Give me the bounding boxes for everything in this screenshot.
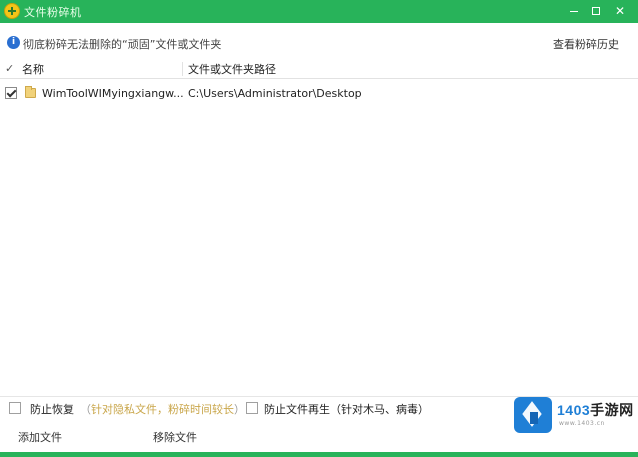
- bottom-accent-bar: [0, 452, 638, 457]
- select-all-checkmark[interactable]: ✓: [5, 62, 14, 75]
- minimize-icon: [570, 11, 578, 12]
- minimize-button[interactable]: [564, 2, 584, 20]
- add-file-button[interactable]: 添加文件: [18, 429, 62, 445]
- table-row[interactable]: WimToolWIMyingxiangw... C:\Users\Adminis…: [0, 84, 638, 102]
- title-bar: 文件粉碎机 ✕: [0, 0, 638, 23]
- prevent-restore-label[interactable]: 防止恢复: [30, 401, 74, 417]
- prevent-regen-checkbox[interactable]: [246, 402, 258, 414]
- watermark-logo-icon: [514, 397, 552, 433]
- info-message: 彻底粉碎无法删除的“顽固”文件或文件夹: [23, 38, 222, 51]
- watermark: 1403手游网 www.1403.cn: [514, 396, 634, 434]
- maximize-icon: [592, 7, 600, 15]
- folder-icon: [25, 86, 36, 98]
- row-file-name: WimToolWIMyingxiangw...: [42, 87, 184, 100]
- table-header: ✓ 名称 文件或文件夹路径: [0, 58, 638, 79]
- prevent-restore-checkbox[interactable]: [9, 402, 21, 414]
- close-button[interactable]: ✕: [610, 2, 630, 20]
- watermark-url: www.1403.cn: [559, 420, 605, 427]
- row-file-path: C:\Users\Administrator\Desktop: [188, 87, 362, 100]
- info-bar: i 彻底粉碎无法删除的“顽固”文件或文件夹 查看粉碎历史: [0, 33, 638, 53]
- column-header-name[interactable]: 名称: [22, 61, 44, 77]
- view-history-link[interactable]: 查看粉碎历史: [553, 36, 619, 52]
- row-checkbox[interactable]: [5, 87, 17, 99]
- column-divider[interactable]: [182, 62, 183, 76]
- watermark-brand: 1403手游网: [557, 402, 634, 418]
- prevent-restore-hint: （针对隐私文件，粉碎时间较长）: [80, 403, 245, 416]
- info-icon: i: [7, 36, 20, 49]
- app-logo-icon: [4, 3, 20, 19]
- window-title: 文件粉碎机: [24, 6, 82, 19]
- maximize-button[interactable]: [586, 2, 606, 20]
- remove-file-button[interactable]: 移除文件: [153, 429, 197, 445]
- prevent-regen-label[interactable]: 防止文件再生（针对木马、病毒）: [264, 401, 429, 417]
- column-header-path[interactable]: 文件或文件夹路径: [188, 61, 276, 77]
